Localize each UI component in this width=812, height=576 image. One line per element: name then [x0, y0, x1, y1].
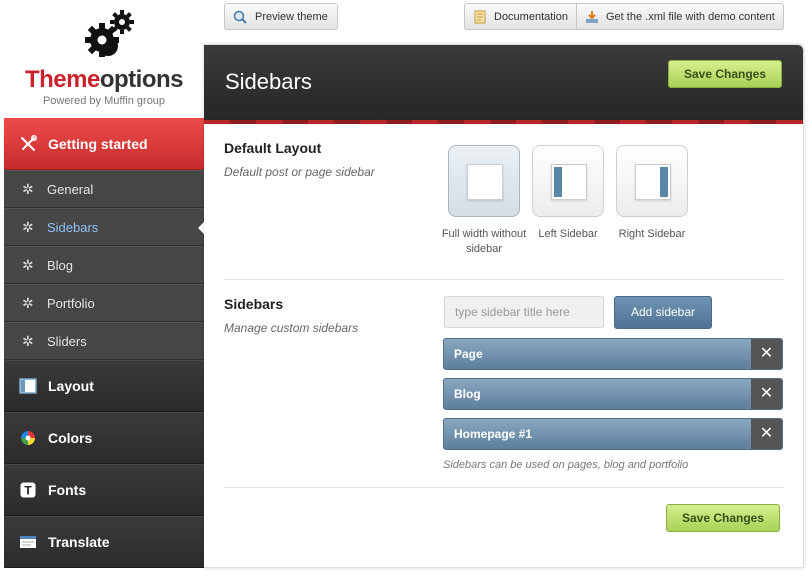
save-changes-button-top[interactable]: Save Changes	[668, 60, 782, 88]
gears-logo-icon	[85, 10, 134, 57]
layout-option-full-width[interactable]	[448, 145, 520, 217]
logo-title: Themeoptions	[4, 66, 204, 94]
download-xml-button[interactable]: Get the .xml file with demo content	[576, 4, 783, 29]
document-icon	[474, 10, 486, 23]
full-width-layout-icon	[467, 164, 503, 200]
gear-icon: ✲	[22, 295, 34, 311]
sidebars-section-title: Sidebars	[224, 296, 284, 312]
nav-item-label: Colors	[48, 430, 93, 446]
remove-sidebar-button[interactable]: ✕	[751, 419, 782, 449]
magnifier-icon	[233, 10, 247, 24]
nav-item-translate[interactable]: Translate	[4, 516, 204, 568]
nav-subitem-blog[interactable]: ✲ Blog	[4, 246, 204, 284]
add-sidebar-button[interactable]: Add sidebar	[614, 296, 712, 329]
gear-icon: ✲	[22, 333, 34, 349]
nav-subitem-label: Sliders	[47, 333, 87, 349]
remove-sidebar-button[interactable]: ✕	[751, 339, 782, 369]
sidebars-section-desc: Manage custom sidebars	[224, 321, 359, 335]
nav-subitem-general[interactable]: ✲ General	[4, 170, 204, 208]
sidebar-list-item: Homepage #1 ✕	[443, 418, 783, 450]
sidebar-title-input[interactable]	[444, 296, 604, 328]
panel-header: Sidebars Save Changes	[204, 45, 803, 120]
nav-item-label: Getting started	[48, 135, 148, 152]
translate-icon	[18, 532, 38, 552]
color-wheel-icon	[18, 428, 38, 448]
nav-item-label: Fonts	[48, 482, 87, 498]
gear-icon: ✲	[22, 257, 34, 273]
sidebar: Themeoptions Powered by Muffin group Get…	[4, 0, 205, 568]
sidebars-note: Sidebars can be used on pages, blog and …	[443, 459, 689, 471]
default-layout-desc: Default post or page sidebar	[224, 165, 375, 179]
nav-subitem-label: Sidebars	[47, 219, 99, 235]
nav-item-label: Layout	[48, 378, 94, 394]
preview-theme-button[interactable]: Preview theme	[224, 3, 338, 30]
documentation-label: Documentation	[494, 10, 568, 23]
nav-subitem-label: General	[47, 181, 94, 197]
help-button-group: Documentation Get the .xml file with dem…	[464, 3, 784, 30]
logo-title-part2: options	[99, 66, 184, 93]
save-changes-button-bottom[interactable]: Save Changes	[666, 504, 780, 532]
gear-icon: ✲	[22, 219, 34, 235]
layout-option-label: Left Sidebar	[538, 228, 598, 240]
tools-icon	[18, 134, 38, 154]
nav-item-label: Translate	[48, 534, 110, 550]
logo-subtitle: Powered by Muffin group	[42, 95, 166, 107]
svg-text:T: T	[24, 484, 32, 498]
nav-item-fonts[interactable]: T Fonts	[4, 464, 204, 516]
nav-subitem-portfolio[interactable]: ✲ Portfolio	[4, 284, 204, 322]
nav-subitem-label: Blog	[47, 257, 74, 273]
sidebar-item-label: Blog	[454, 387, 481, 401]
section-divider	[224, 279, 784, 280]
nav-item-colors[interactable]: Colors	[4, 412, 204, 464]
layout-option-label: Full width without sidebar	[441, 228, 527, 255]
layout-option-label: Right Sidebar	[618, 228, 686, 240]
left-sidebar-layout-icon	[551, 164, 587, 200]
section-divider	[224, 487, 784, 488]
remove-sidebar-button[interactable]: ✕	[751, 379, 782, 409]
default-layout-title: Default Layout	[224, 140, 322, 156]
nav-subitem-label: Portfolio	[47, 295, 95, 311]
nav-item-layout[interactable]: Layout	[4, 360, 204, 412]
right-sidebar-layout-icon	[635, 164, 671, 200]
nav-subitem-sidebars[interactable]: ✲ Sidebars	[4, 208, 205, 246]
nav-item-getting-started[interactable]: Getting started	[4, 118, 204, 170]
layout-icon	[18, 376, 38, 396]
nav-menu: Getting started ✲ General ✲ Sidebars ✲ B…	[4, 118, 205, 568]
documentation-button[interactable]: Documentation	[465, 4, 576, 29]
download-xml-label: Get the .xml file with demo content	[606, 10, 775, 23]
header-stripe	[204, 120, 803, 124]
preview-theme-label: Preview theme	[255, 10, 328, 23]
sidebar-list-item: Page ✕	[443, 338, 783, 370]
layout-option-left-sidebar[interactable]	[532, 145, 604, 217]
gear-icon: ✲	[22, 181, 34, 197]
sidebar-item-label: Homepage #1	[454, 427, 533, 441]
logo: Themeoptions Powered by Muffin group	[4, 0, 204, 118]
page-title: Sidebars	[225, 69, 312, 94]
font-icon: T	[18, 480, 38, 500]
download-icon	[586, 10, 598, 23]
layout-option-right-sidebar[interactable]	[616, 145, 688, 217]
sidebar-list-item: Blog ✕	[443, 378, 783, 410]
main-panel: Sidebars Save Changes Default Layout Def…	[204, 44, 804, 568]
logo-title-part1: Theme	[24, 66, 100, 93]
sidebar-item-label: Page	[454, 347, 483, 361]
nav-subitem-sliders[interactable]: ✲ Sliders	[4, 322, 204, 360]
